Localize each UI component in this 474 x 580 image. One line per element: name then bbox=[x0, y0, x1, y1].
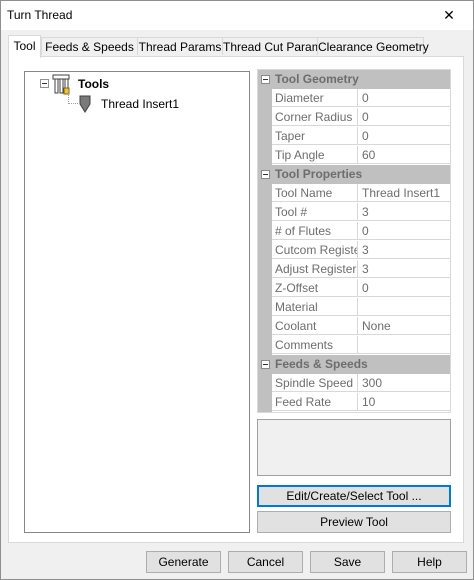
property-value[interactable]: 0 bbox=[358, 127, 450, 145]
property-row[interactable]: Adjust Register 3 bbox=[258, 260, 450, 279]
property-value[interactable]: Thread Insert1 bbox=[358, 184, 450, 202]
property-name: Tool Name bbox=[272, 184, 358, 202]
property-value[interactable]: None bbox=[358, 317, 450, 335]
property-value[interactable]: 3 bbox=[358, 241, 450, 259]
property-row[interactable]: Coolant None bbox=[258, 317, 450, 336]
help-button[interactable]: Help bbox=[392, 551, 467, 573]
property-name: Cutcom Registe bbox=[272, 241, 358, 259]
property-name: Feed Rate bbox=[272, 393, 358, 411]
property-row[interactable]: Tip Angle 60 bbox=[258, 146, 450, 165]
property-value[interactable]: 10 bbox=[358, 393, 450, 411]
property-value[interactable]: 60 bbox=[358, 146, 450, 164]
title-bar: Turn Thread ✕ bbox=[1, 1, 473, 30]
property-row[interactable]: Comments bbox=[258, 336, 450, 355]
property-name: Spindle Speed bbox=[272, 374, 358, 392]
property-value[interactable]: 3 bbox=[358, 260, 450, 278]
close-icon[interactable]: ✕ bbox=[439, 6, 459, 24]
generate-button[interactable]: Generate bbox=[146, 551, 221, 573]
property-name: Taper bbox=[272, 127, 358, 145]
property-row[interactable]: Taper 0 bbox=[258, 127, 450, 146]
property-row[interactable]: Material bbox=[258, 298, 450, 317]
category-tool-properties[interactable]: Tool Properties bbox=[258, 165, 450, 184]
property-grid: Tool Geometry Diameter 0 Corner Radius 0… bbox=[257, 69, 451, 413]
tab-clearance-geometry[interactable]: Clearance Geometry bbox=[317, 37, 429, 55]
category-feeds-speeds[interactable]: Feeds & Speeds bbox=[258, 355, 450, 374]
property-row[interactable]: Spindle Speed 300 bbox=[258, 374, 450, 393]
property-value[interactable]: 3 bbox=[358, 203, 450, 221]
tab-tool[interactable]: Tool bbox=[8, 35, 41, 58]
property-row[interactable]: Feed Rate 10 bbox=[258, 393, 450, 412]
property-value[interactable]: 0 bbox=[358, 222, 450, 240]
window-title: Turn Thread bbox=[7, 8, 73, 22]
preview-tool-button[interactable]: Preview Tool bbox=[257, 511, 451, 533]
tree-node-thread-insert[interactable]: Thread Insert1 bbox=[101, 97, 179, 111]
category-tool-geometry[interactable]: Tool Geometry bbox=[258, 70, 450, 89]
property-value[interactable] bbox=[358, 298, 450, 316]
property-name: Coolant bbox=[272, 317, 358, 335]
cancel-button[interactable]: Cancel bbox=[228, 551, 303, 573]
property-value[interactable]: 0 bbox=[358, 279, 450, 297]
property-name: Tip Angle bbox=[272, 146, 358, 164]
tree-expander-tools[interactable] bbox=[40, 79, 49, 88]
tool-tree[interactable]: Tools Thread Insert1 bbox=[24, 71, 250, 533]
property-row[interactable]: Cutcom Registe 3 bbox=[258, 241, 450, 260]
property-name: Z-Offset bbox=[272, 279, 358, 297]
property-value[interactable] bbox=[358, 336, 450, 354]
property-row[interactable]: Tool Name Thread Insert1 bbox=[258, 184, 450, 203]
tab-feeds-speeds[interactable]: Feeds & Speeds bbox=[41, 37, 138, 55]
collapse-toggle-icon[interactable] bbox=[261, 75, 270, 84]
property-description-box bbox=[257, 419, 451, 476]
property-row[interactable]: # of Flutes 0 bbox=[258, 222, 450, 241]
property-row[interactable]: Diameter 0 bbox=[258, 89, 450, 108]
tree-node-tools[interactable]: Tools bbox=[78, 77, 109, 91]
property-name: Diameter bbox=[272, 89, 358, 107]
property-name: Comments bbox=[272, 336, 358, 354]
property-name: # of Flutes bbox=[272, 222, 358, 240]
property-name: Tool # bbox=[272, 203, 358, 221]
property-name: Material bbox=[272, 298, 358, 316]
tree-connector bbox=[68, 90, 69, 104]
property-row[interactable]: Tool # 3 bbox=[258, 203, 450, 222]
property-name: Adjust Register bbox=[272, 260, 358, 278]
save-button[interactable]: Save bbox=[310, 551, 385, 573]
collapse-toggle-icon[interactable] bbox=[261, 170, 270, 179]
property-name: Corner Radius bbox=[272, 108, 358, 126]
property-row[interactable]: Corner Radius 0 bbox=[258, 108, 450, 127]
property-value[interactable]: 300 bbox=[358, 374, 450, 392]
property-value[interactable]: 0 bbox=[358, 89, 450, 107]
tab-thread-params[interactable]: Thread Params bbox=[137, 37, 223, 55]
property-value[interactable]: 0 bbox=[358, 108, 450, 126]
collapse-toggle-icon[interactable] bbox=[261, 360, 270, 369]
thread-insert-icon bbox=[79, 95, 91, 113]
property-row[interactable]: Z-Offset 0 bbox=[258, 279, 450, 298]
edit-create-select-tool-button[interactable]: Edit/Create/Select Tool ... bbox=[257, 485, 451, 507]
tab-thread-cut-params[interactable]: Thread Cut Params bbox=[222, 37, 328, 55]
